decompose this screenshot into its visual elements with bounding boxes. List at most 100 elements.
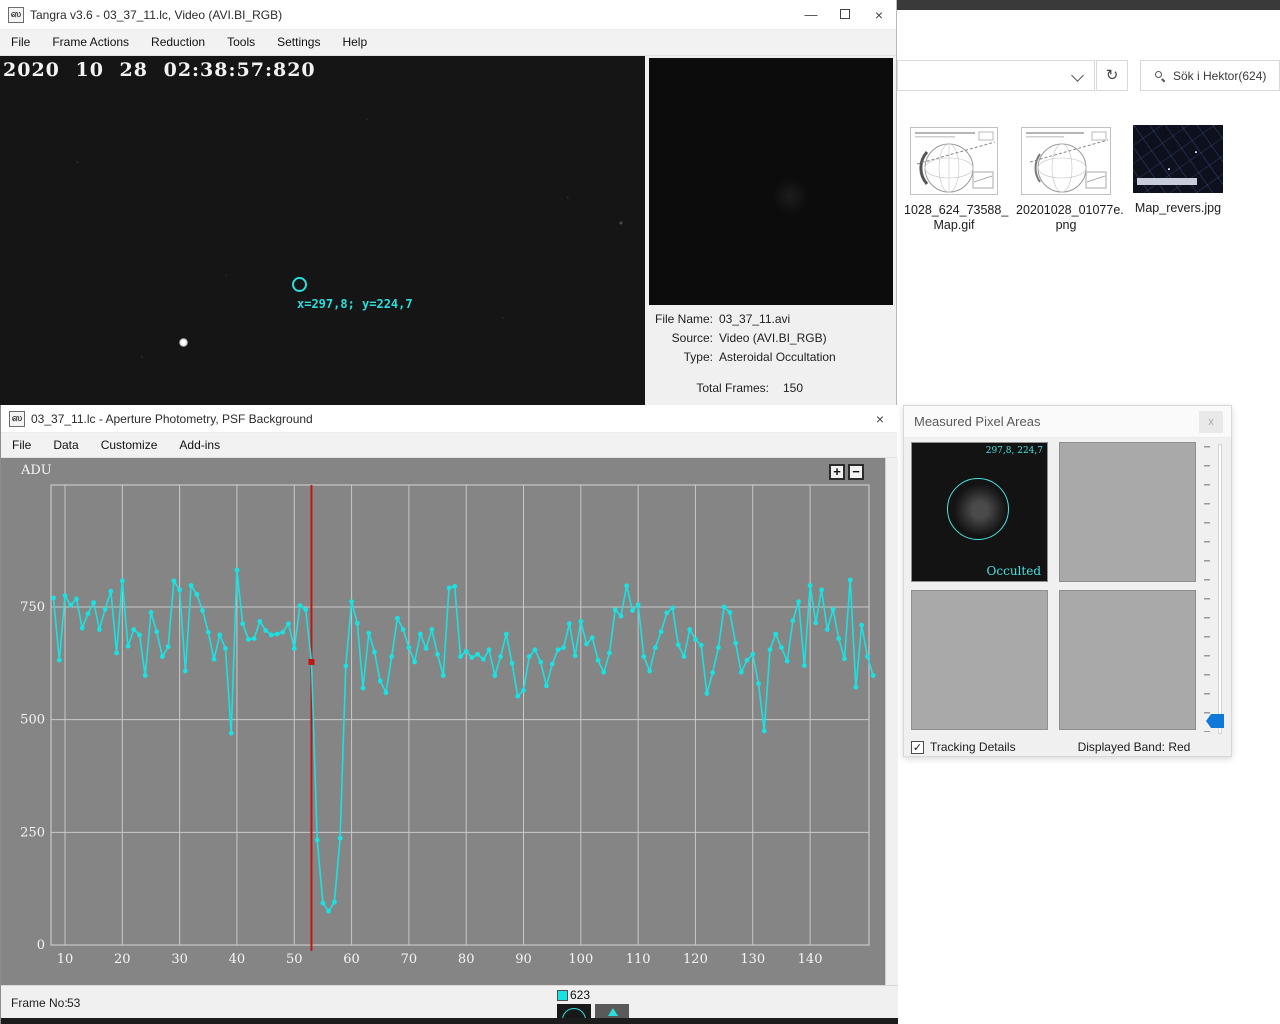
menu-reduction[interactable]: Reduction bbox=[140, 30, 216, 55]
pixel-area-occulted[interactable]: 297,8, 224,7 Occulted bbox=[911, 442, 1048, 582]
pixel-area-empty-3[interactable] bbox=[1059, 590, 1196, 730]
svg-text:40: 40 bbox=[229, 952, 246, 967]
photometry-statusbar: Frame No: 53 623 bbox=[1, 985, 898, 1018]
menu-file[interactable]: File bbox=[0, 30, 41, 55]
bright-star bbox=[179, 338, 188, 347]
svg-text:90: 90 bbox=[515, 952, 532, 967]
svg-text:60: 60 bbox=[343, 952, 360, 967]
svg-text:110: 110 bbox=[626, 952, 651, 967]
occultation-map-thumbnail bbox=[910, 127, 998, 195]
svg-text:500: 500 bbox=[20, 713, 45, 728]
svg-text:750: 750 bbox=[20, 600, 45, 615]
menu-add-ins[interactable]: Add-ins bbox=[168, 433, 231, 458]
legend-label: 623 bbox=[570, 988, 590, 1002]
target-psf-thumbnail[interactable] bbox=[557, 1004, 591, 1019]
menu-settings[interactable]: Settings bbox=[266, 30, 331, 55]
menu-frame-actions[interactable]: Frame Actions bbox=[41, 30, 140, 55]
psf-model-thumbnail[interactable] bbox=[595, 1004, 629, 1019]
file-info-panel: File Name: 03_37_11.avi Source: Video (A… bbox=[649, 312, 893, 395]
photometry-window: ஸ 03_37_11.lc - Aperture Photometry, PSF… bbox=[0, 405, 897, 1024]
address-bar[interactable] bbox=[897, 60, 1095, 91]
desktop: ஸ Tangra v3.6 - 03_37_11.lc, Video (AVI.… bbox=[0, 0, 1280, 1024]
photometry-titlebar[interactable]: ஸ 03_37_11.lc - Aperture Photometry, PSF… bbox=[1, 405, 897, 433]
svg-text:0: 0 bbox=[37, 938, 45, 953]
file-name-label: 1028_624_73588_ Map.gif bbox=[904, 203, 1004, 233]
refresh-button[interactable]: ↻ bbox=[1096, 60, 1128, 91]
tangra-logo-icon: ஸ bbox=[8, 7, 24, 23]
menu-help[interactable]: Help bbox=[331, 30, 378, 55]
panel-title: Measured Pixel Areas bbox=[914, 414, 1199, 429]
aperture-marker-icon[interactable] bbox=[292, 277, 307, 292]
search-input[interactable]: Sök i Hektor(624) bbox=[1140, 60, 1280, 91]
svg-text:80: 80 bbox=[458, 952, 475, 967]
tangra-menubar: File Frame Actions Reduction Tools Setti… bbox=[0, 30, 896, 56]
zoom-out-button[interactable]: − bbox=[848, 464, 864, 480]
zoom-in-button[interactable]: + bbox=[829, 464, 845, 480]
source-label: Source: bbox=[649, 331, 713, 345]
aperture-coords-label: x=297,8; y=224,7 bbox=[297, 297, 413, 311]
panel-titlebar[interactable]: Measured Pixel Areas x bbox=[904, 406, 1231, 438]
faint-star bbox=[619, 221, 623, 225]
minimize-button[interactable]: — bbox=[794, 1, 828, 29]
maximize-icon bbox=[840, 9, 850, 19]
menu-file[interactable]: File bbox=[1, 433, 42, 458]
type-label: Type: bbox=[649, 350, 713, 364]
svg-text:20: 20 bbox=[114, 952, 131, 967]
search-icon bbox=[1155, 71, 1165, 81]
tracking-details-label: Tracking Details bbox=[930, 740, 1016, 754]
menu-data[interactable]: Data bbox=[42, 433, 89, 458]
video-timestamp: 2020 10 28 02:38:57:820 bbox=[3, 59, 316, 81]
panel-footer: ✓ Tracking Details Displayed Band: Red bbox=[904, 736, 1233, 758]
svg-text:100: 100 bbox=[568, 952, 593, 967]
file-item[interactable]: Map_revers.jpg bbox=[1128, 125, 1228, 216]
tracking-details-checkbox[interactable]: ✓ bbox=[911, 741, 924, 754]
close-button[interactable]: × bbox=[863, 405, 897, 433]
close-button[interactable]: x bbox=[1199, 411, 1223, 433]
svg-text:70: 70 bbox=[401, 952, 418, 967]
frame-no-value: 53 bbox=[67, 996, 80, 1010]
svg-text:10: 10 bbox=[57, 952, 74, 967]
pixel-area-empty-1[interactable] bbox=[1059, 442, 1196, 582]
file-item[interactable]: 1028_624_73588_ Map.gif bbox=[904, 127, 1004, 233]
explorer-top-strip bbox=[897, 0, 1280, 10]
file-name-value: 03_37_11.avi bbox=[719, 312, 790, 326]
measured-pixel-areas-panel: Measured Pixel Areas x 297,8, 224,7 Occu… bbox=[903, 405, 1232, 757]
svg-text:ADU: ADU bbox=[20, 463, 52, 478]
light-curve-chart[interactable]: 0 250 500 750 10 20 30 40 50 60 70 80 90 100 110 120 130… bbox=[1, 458, 885, 985]
frame-slider[interactable] bbox=[1218, 444, 1222, 734]
svg-text:30: 30 bbox=[171, 952, 188, 967]
target-coords-label: 297,8, 224,7 bbox=[986, 446, 1043, 456]
star-map-thumbnail bbox=[1133, 125, 1223, 193]
source-value: Video (AVI.BI_RGB) bbox=[719, 331, 827, 345]
legend-swatch-icon bbox=[557, 990, 568, 1001]
svg-text:130: 130 bbox=[740, 952, 765, 967]
menu-tools[interactable]: Tools bbox=[216, 30, 266, 55]
svg-text:140: 140 bbox=[798, 952, 823, 967]
pixel-area-empty-2[interactable] bbox=[911, 590, 1048, 730]
type-value: Asteroidal Occultation bbox=[719, 350, 836, 364]
svg-text:50: 50 bbox=[286, 952, 303, 967]
photometry-window-title: 03_37_11.lc - Aperture Photometry, PSF B… bbox=[31, 412, 863, 426]
total-frames-value: 150 bbox=[783, 381, 803, 395]
menu-customize[interactable]: Customize bbox=[90, 433, 169, 458]
maximize-button[interactable] bbox=[828, 1, 862, 29]
total-frames-label: Total Frames: bbox=[649, 381, 769, 395]
aperture-circle-icon bbox=[947, 478, 1009, 540]
side-splitter[interactable] bbox=[885, 458, 898, 1018]
svg-text:120: 120 bbox=[683, 952, 708, 967]
tangra-logo-icon: ஸ bbox=[9, 411, 25, 427]
photometry-menubar: File Data Customize Add-ins bbox=[1, 433, 897, 458]
tangra-titlebar[interactable]: ஸ Tangra v3.6 - 03_37_11.lc, Video (AVI.… bbox=[0, 0, 896, 30]
close-button[interactable]: × bbox=[862, 1, 896, 29]
file-name-label: File Name: bbox=[649, 312, 713, 326]
displayed-band-label: Displayed Band: Red bbox=[1078, 740, 1191, 754]
tangra-main-window: ஸ Tangra v3.6 - 03_37_11.lc, Video (AVI.… bbox=[0, 0, 897, 410]
frame-no-label: Frame No: bbox=[11, 996, 68, 1010]
svg-text:250: 250 bbox=[20, 825, 45, 840]
window-title: Tangra v3.6 - 03_37_11.lc, Video (AVI.BI… bbox=[30, 8, 794, 22]
video-frame[interactable]: 2020 10 28 02:38:57:820 x=297,8; y=224,7 bbox=[0, 56, 645, 410]
chart-legend: 623 bbox=[557, 988, 590, 1002]
occulted-caption: Occulted bbox=[987, 564, 1041, 578]
psf-peak-icon bbox=[608, 1008, 618, 1016]
file-item[interactable]: 20201028_01077e. png bbox=[1016, 127, 1116, 233]
